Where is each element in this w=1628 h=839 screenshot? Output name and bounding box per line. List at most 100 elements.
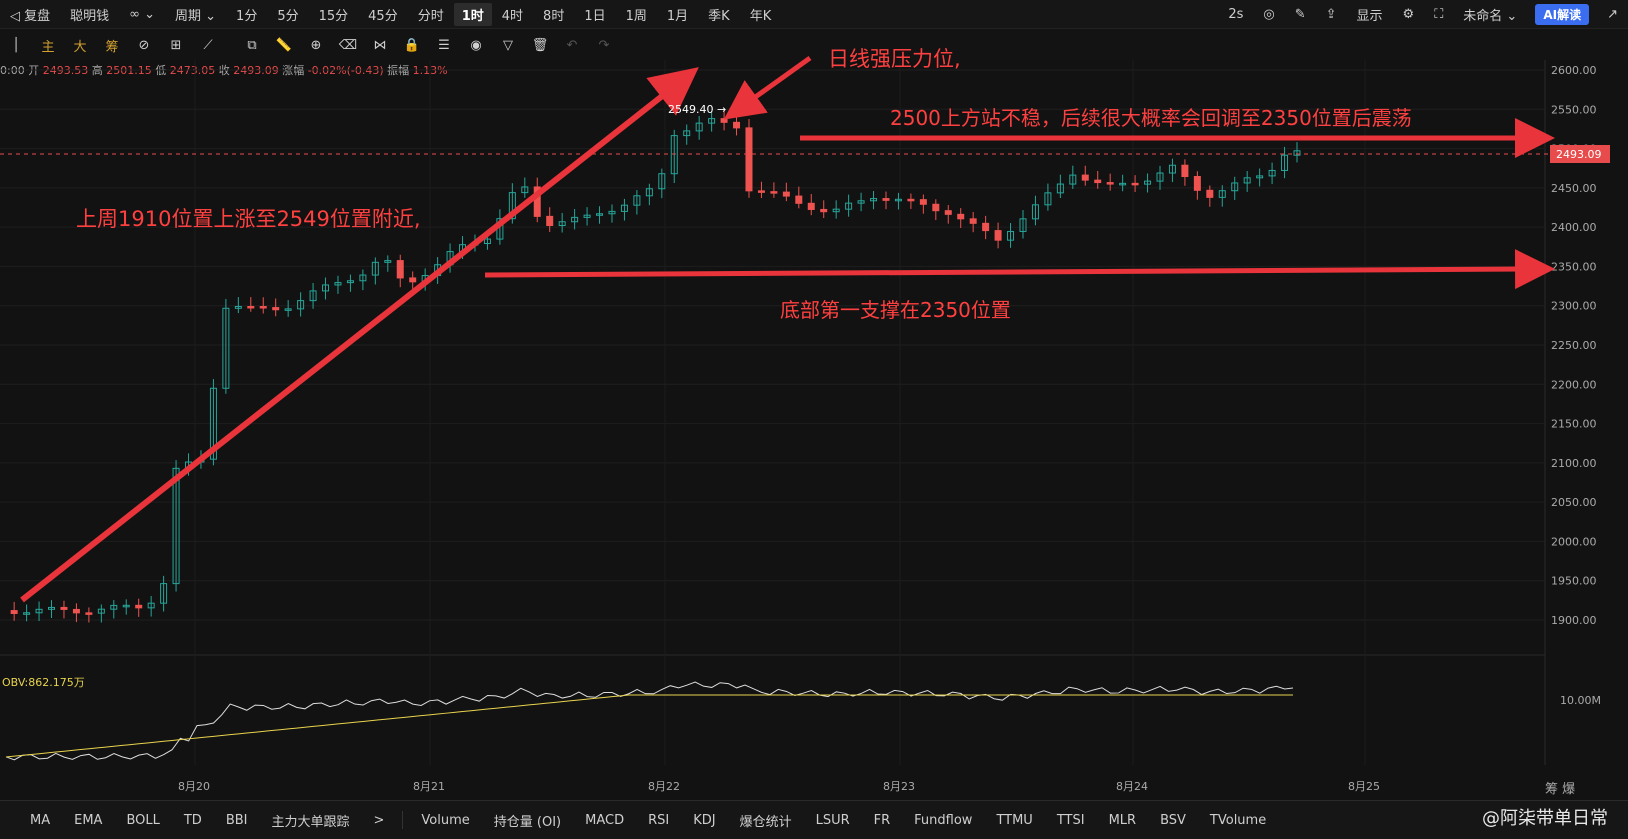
big-order-button[interactable]: 大 — [64, 36, 96, 55]
undo-icon[interactable]: ↶ — [556, 38, 588, 53]
indicator-kdj[interactable]: KDJ — [681, 813, 727, 828]
chips-button[interactable]: 筹 — [96, 36, 128, 55]
period-1m[interactable]: 1分 — [226, 5, 267, 24]
candle-body — [832, 208, 840, 213]
period-year[interactable]: 年K — [740, 5, 782, 24]
candle-body — [496, 218, 504, 240]
period-4h[interactable]: 4时 — [492, 5, 533, 24]
corner-label: 筹 爆 — [1545, 781, 1575, 797]
indicator-fundflow[interactable]: Fundflow — [902, 813, 984, 828]
above-2500-annotation: 2500上方站不稳，后续很大概率会回调至2350位置后震荡 — [890, 106, 1412, 130]
candle-body — [185, 461, 193, 469]
indicator-ma[interactable]: MA — [18, 813, 62, 828]
filter-icon[interactable]: ▽ — [492, 38, 524, 53]
share-icon[interactable]: ↗ — [1597, 7, 1628, 22]
indicator-fr[interactable]: FR — [862, 813, 903, 828]
last-week-annotation: 上周1910位置上涨至2549位置附近, — [76, 207, 421, 231]
period-1w[interactable]: 1周 — [616, 5, 657, 24]
hide-drawings-icon[interactable]: ⊘ — [128, 38, 160, 53]
measure-icon[interactable]: ⟋ — [192, 38, 224, 53]
redo-icon[interactable]: ↷ — [588, 38, 620, 53]
candle-body — [247, 305, 255, 309]
indicator-tvolume[interactable]: TVolume — [1198, 813, 1278, 828]
price-chart[interactable]: 2600.00 2550.00 2500.00 2450.00 2400.00 2350.… — [0, 0, 1628, 800]
y-tick-label: 2050.00 — [1551, 496, 1597, 509]
obv-label: OBV:862.175万 — [2, 676, 85, 689]
eraser-icon[interactable]: ⌫ — [332, 38, 364, 53]
indicator-macd[interactable]: MACD — [573, 813, 636, 828]
indicator-mlr[interactable]: MLR — [1097, 813, 1149, 828]
candle-body — [633, 195, 641, 206]
candle-body — [1044, 192, 1052, 206]
candle-body — [969, 218, 977, 224]
lock-icon[interactable]: 🔒 — [396, 38, 428, 53]
candle-body — [919, 199, 927, 205]
hide-icon[interactable]: ⋈ — [364, 38, 396, 53]
cursor-icon[interactable]: │ — [0, 38, 32, 53]
period-1d[interactable]: 1日 — [574, 5, 615, 24]
ruler-icon[interactable]: 📏 — [268, 38, 300, 53]
indicator-rsi[interactable]: RSI — [636, 813, 681, 828]
candle-body — [421, 275, 429, 283]
snap-icon[interactable]: ◉ — [460, 38, 492, 53]
top-toolbar: ◁ 复盘 聪明钱 ∞ ⌄ 周期 ⌄ 1分 5分 15分 45分 分时 1时 4时… — [0, 0, 1628, 29]
indicator-bar: MA EMA BOLL TD BBI 主力大单跟踪 > Volume 持仓量 (… — [0, 800, 1628, 839]
ohlc-info: 0:00 开 2493.53 高 2501.15 低 2473.05 收 249… — [0, 62, 448, 78]
indicator-volume[interactable]: Volume — [409, 813, 481, 828]
candle-body — [1007, 230, 1015, 241]
copy-icon[interactable]: ⧉ — [236, 38, 268, 53]
uptrend-arrow — [20, 67, 699, 603]
candle-body — [60, 606, 68, 610]
candle-body — [708, 118, 716, 124]
delete-icon[interactable]: 🗑 — [524, 38, 556, 53]
period-8h[interactable]: 8时 — [533, 5, 574, 24]
layout-name-dropdown[interactable]: 未命名 ⌄ — [1453, 5, 1527, 24]
indicator-td[interactable]: TD — [172, 813, 214, 828]
period-5m[interactable]: 5分 — [267, 5, 308, 24]
camera-icon[interactable]: ◎ — [1253, 7, 1284, 22]
indicator-main-force[interactable]: 主力大单跟踪 — [259, 811, 361, 830]
period-45m[interactable]: 45分 — [358, 5, 408, 24]
indicator-ttmu[interactable]: TTMU — [984, 813, 1044, 828]
period-1mo[interactable]: 1月 — [657, 5, 698, 24]
candle-body — [508, 192, 516, 220]
main-force-button[interactable]: 主 — [32, 36, 64, 55]
ai-interpret-button[interactable]: AI解读 — [1535, 3, 1590, 25]
period-15m[interactable]: 15分 — [309, 5, 359, 24]
candle-body — [1243, 177, 1251, 184]
indicator-bsv[interactable]: BSV — [1148, 813, 1198, 828]
candle-body — [982, 222, 990, 232]
magnet-icon[interactable]: ⊞ — [160, 38, 192, 53]
template-icon[interactable]: ☰ — [428, 38, 460, 53]
indicator-ttsi[interactable]: TTSI — [1045, 813, 1097, 828]
refresh-interval[interactable]: 2s — [1218, 7, 1253, 22]
period-timeshare[interactable]: 分时 — [408, 5, 454, 24]
replay-button[interactable]: ◁ 复盘 — [0, 5, 60, 24]
candle-body — [683, 130, 691, 137]
period-1h[interactable]: 1时 — [453, 2, 492, 26]
settings-icon[interactable]: ⚙ — [1393, 7, 1425, 22]
fullscreen-icon[interactable]: ⛶ — [1424, 7, 1453, 22]
candle-body — [1019, 218, 1027, 232]
obv-line — [5, 681, 1294, 761]
indicator-more-icon[interactable]: > — [362, 813, 397, 828]
candle-body — [97, 608, 105, 614]
pencil-icon[interactable]: ✎ — [1285, 7, 1316, 22]
indicator-liquidation[interactable]: 爆仓统计 — [728, 811, 804, 830]
candle-body — [384, 260, 392, 263]
period-dropdown[interactable]: 周期 ⌄ — [165, 5, 226, 24]
indicator-oi[interactable]: 持仓量 (OI) — [482, 811, 573, 830]
infinity-icon[interactable]: ∞ ⌄ — [119, 7, 165, 22]
candle-body — [160, 583, 168, 604]
smart-money-button[interactable]: 聪明钱 — [60, 5, 119, 24]
candle-body — [35, 608, 43, 614]
indicator-boll[interactable]: BOLL — [114, 813, 171, 828]
display-button[interactable]: 显示 — [1347, 5, 1393, 24]
indicator-ema[interactable]: EMA — [62, 813, 114, 828]
export-icon[interactable]: ⇪ — [1316, 7, 1347, 22]
indicator-bbi[interactable]: BBI — [214, 813, 260, 828]
period-quarter[interactable]: 季K — [698, 5, 740, 24]
indicator-lsur[interactable]: LSUR — [804, 813, 862, 828]
zoom-icon[interactable]: ⊕ — [300, 38, 332, 53]
x-tick-label: 8月21 — [413, 780, 445, 793]
